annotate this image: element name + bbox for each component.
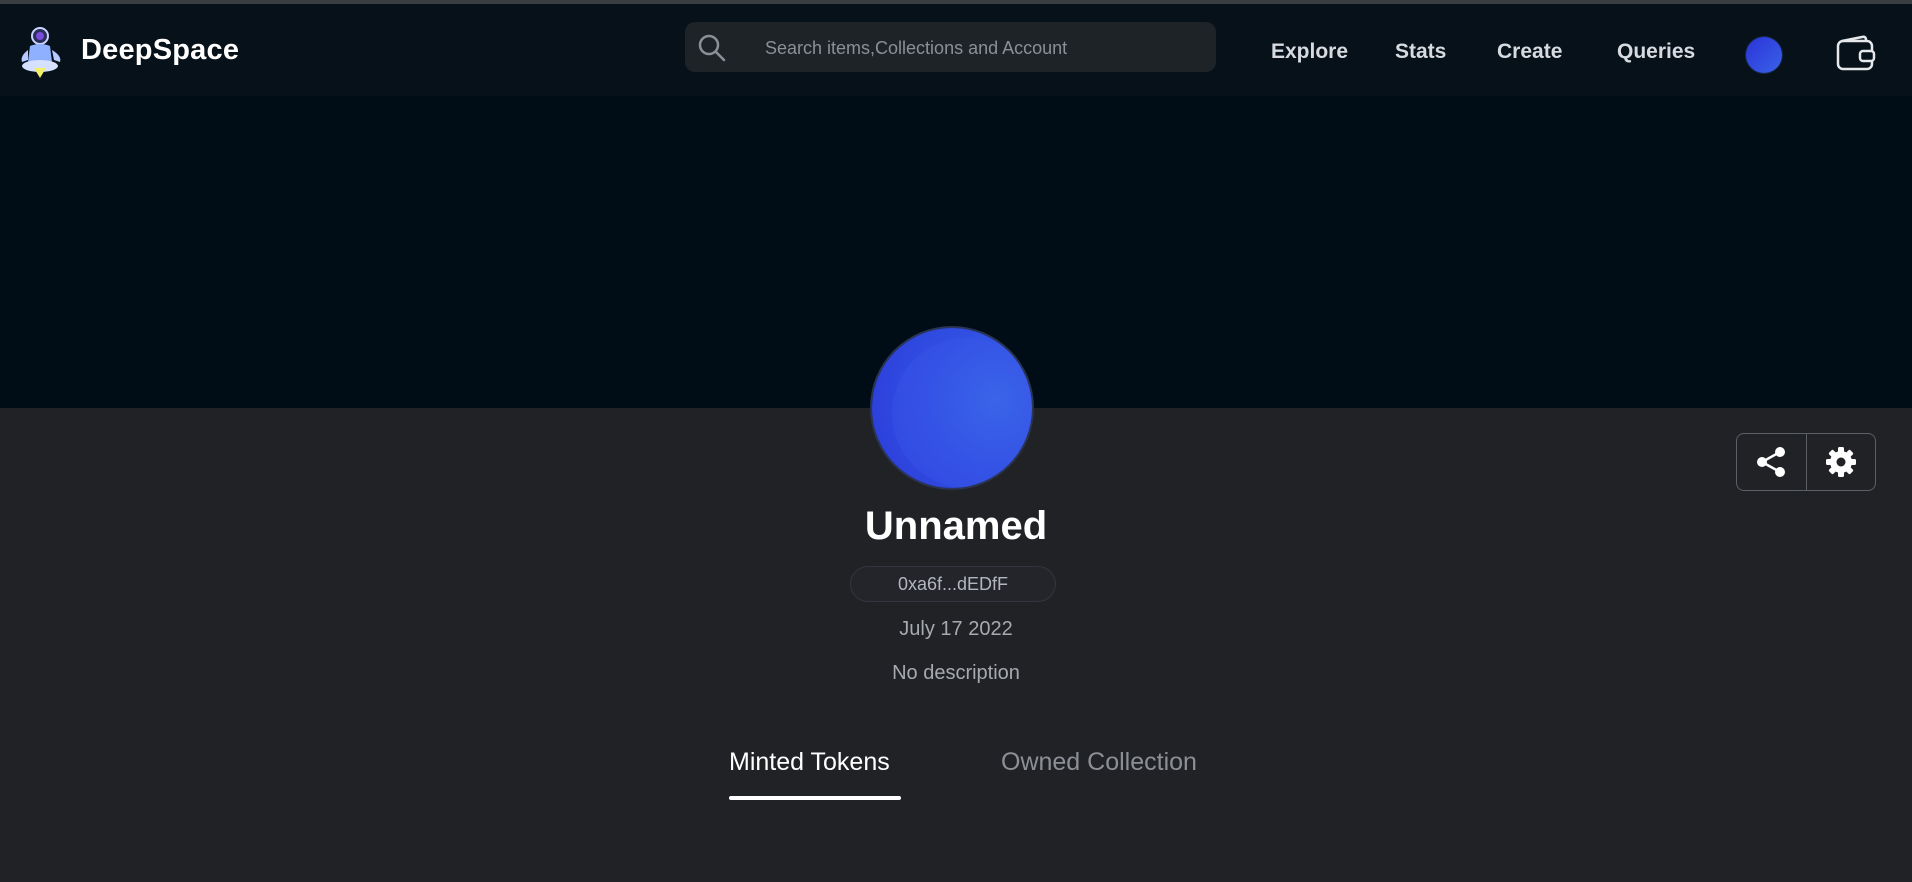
avatar-shade: [892, 338, 1032, 488]
wallet-icon[interactable]: [1836, 35, 1876, 73]
nav-create-link[interactable]: Create: [1497, 40, 1562, 64]
nav-stats-link[interactable]: Stats: [1395, 40, 1446, 64]
search-bar: [685, 22, 1216, 74]
astronaut-logo-icon[interactable]: [16, 24, 68, 80]
profile-actions: [1736, 433, 1876, 491]
nav-explore-link[interactable]: Explore: [1271, 40, 1348, 64]
profile-avatar: [872, 328, 1032, 488]
gear-icon: [1825, 447, 1856, 477]
join-date: July 17 2022: [899, 618, 1013, 640]
profile-name: Unnamed: [864, 504, 1048, 548]
share-button[interactable]: [1737, 434, 1806, 490]
search-icon: [698, 34, 726, 62]
wallet-address-badge[interactable]: 0xa6f...dEDfF: [850, 566, 1056, 602]
user-avatar-button[interactable]: [1746, 37, 1782, 73]
tab-minted-tokens[interactable]: Minted Tokens: [729, 748, 890, 777]
nav-queries-link[interactable]: Queries: [1617, 40, 1695, 64]
search-input[interactable]: [763, 22, 1207, 74]
profile-description: No description: [892, 662, 1020, 684]
settings-button[interactable]: [1805, 434, 1876, 490]
brand-name[interactable]: DeepSpace: [81, 34, 239, 67]
tab-owned-collection[interactable]: Owned Collection: [1001, 748, 1197, 777]
navbar: DeepSpace Explore Stats Create Queries: [0, 4, 1912, 96]
active-tab-indicator: [729, 796, 901, 800]
share-icon: [1757, 447, 1786, 477]
